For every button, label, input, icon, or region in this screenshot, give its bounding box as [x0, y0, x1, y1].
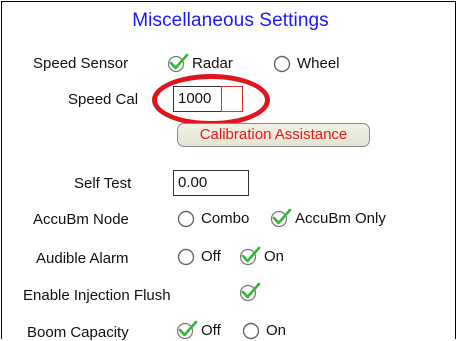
boom-capacity-option-label: On — [266, 321, 287, 339]
speed-cal-input[interactable]: 1000 — [173, 86, 223, 112]
speed-sensor-label: Speed Sensor — [33, 55, 129, 72]
radio-checked-icon — [167, 52, 189, 74]
injection-flush-label: Enable Injection Flush — [23, 287, 171, 304]
settings-panel: Miscellaneous Settings Speed Sensor Rada… — [1, 1, 456, 341]
accubm-node-option-combo[interactable]: Combo — [176, 207, 249, 229]
speed-sensor-option-label: Wheel — [297, 54, 340, 72]
speed-sensor-option-label: Radar — [192, 54, 233, 72]
accubm-node-label: AccuBm Node — [33, 211, 129, 228]
radio-checked-icon — [239, 245, 261, 267]
boom-capacity-option-label: Off — [201, 321, 221, 339]
checkmark-icon — [239, 281, 261, 303]
radio-checked-icon — [270, 207, 292, 229]
accubm-node-option-label: AccuBm Only — [295, 209, 386, 227]
boom-capacity-option-on[interactable]: On — [241, 319, 286, 341]
speed-cal-label: Speed Cal — [68, 91, 139, 108]
boom-capacity-label: Boom Capacity — [27, 324, 129, 341]
audible-alarm-option-on[interactable]: On — [239, 245, 284, 267]
boom-capacity-option-off[interactable]: Off — [176, 319, 221, 341]
speed-sensor-option-wheel[interactable]: Wheel — [272, 52, 340, 74]
audible-alarm-option-off[interactable]: Off — [176, 245, 221, 267]
injection-flush-checkbox[interactable] — [239, 281, 264, 303]
calibration-assistance-button[interactable]: Calibration Assistance — [177, 123, 370, 147]
radio-unchecked-icon — [176, 207, 198, 229]
self-test-label: Self Test — [74, 175, 132, 192]
speed-cal-input-caret-area[interactable] — [221, 86, 243, 112]
radio-checked-icon — [176, 319, 198, 341]
self-test-input[interactable]: 0.00 — [173, 170, 249, 196]
accubm-node-option-accubm-only[interactable]: AccuBm Only — [270, 207, 386, 229]
radio-unchecked-icon — [176, 245, 198, 267]
panel-title: Miscellaneous Settings — [132, 10, 329, 31]
radio-unchecked-icon — [272, 52, 294, 74]
audible-alarm-option-label: On — [264, 247, 285, 265]
accubm-node-option-label: Combo — [201, 209, 250, 227]
radio-unchecked-icon — [241, 319, 263, 341]
audible-alarm-option-label: Off — [201, 247, 221, 265]
audible-alarm-label: Audible Alarm — [36, 250, 129, 267]
speed-sensor-option-radar[interactable]: Radar — [167, 52, 233, 74]
